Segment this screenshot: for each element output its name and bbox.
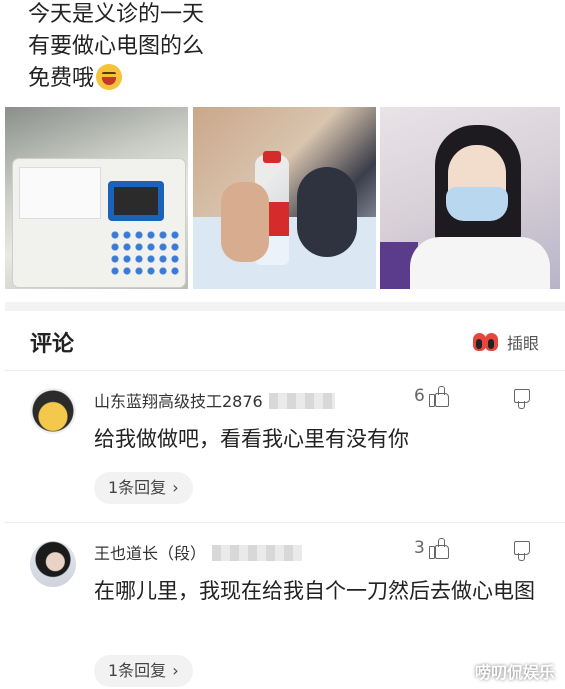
avatar[interactable] — [30, 388, 76, 434]
chevron-right-icon: › — [172, 478, 179, 497]
comment-text: 给我做做吧，看看我心里有没有你 — [94, 427, 409, 451]
peek-label: 插眼 — [506, 334, 539, 353]
comments-title: 评论 — [30, 332, 75, 357]
watermark: 唠叨侃娱乐 — [474, 663, 555, 682]
knee — [297, 167, 357, 257]
thumbs-down-icon[interactable] — [512, 540, 534, 562]
face-mask — [446, 187, 508, 221]
post-line: 免费哦 — [28, 64, 204, 96]
peek-eyes-icon — [472, 333, 499, 351]
water-bottle-photo[interactable] — [193, 107, 376, 289]
redacted-username-suffix — [212, 545, 303, 561]
reply-count: 1条回复 — [108, 478, 167, 497]
ecg-machine — [13, 159, 185, 287]
white-coat — [410, 237, 550, 289]
redacted-username-suffix — [268, 393, 335, 409]
username-text: 山东蓝翔高级技工2876 — [94, 392, 263, 411]
post-line: 今天是义诊的一天 — [28, 2, 205, 27]
photo-grid — [5, 107, 560, 289]
avatar[interactable] — [30, 541, 76, 587]
peek-button[interactable]: 插眼 — [472, 330, 539, 354]
ecg-keypad — [109, 229, 181, 279]
bottle-cap — [263, 151, 281, 163]
section-divider — [5, 302, 565, 311]
ecg-machine-photo[interactable] — [5, 107, 188, 289]
chevron-right-icon: › — [172, 661, 179, 680]
comment-username[interactable]: 王也道长（段） — [94, 540, 303, 564]
hand — [221, 182, 269, 262]
ecg-screen — [108, 181, 164, 221]
reply-count: 1条回复 — [108, 661, 167, 680]
divider — [5, 522, 565, 523]
comments-header: 评论 插眼 — [30, 322, 539, 362]
view-replies-button[interactable]: 1条回复 › — [94, 655, 193, 687]
masked-woman-selfie[interactable] — [380, 107, 560, 289]
view-replies-button[interactable]: 1条回复 › — [94, 472, 193, 504]
thumbs-up-icon — [428, 538, 449, 559]
post-line: 有要做心电图的么 — [28, 34, 205, 59]
like-button[interactable]: 6 — [414, 386, 449, 407]
like-count: 6 — [414, 386, 425, 406]
like-button[interactable]: 3 — [414, 538, 449, 559]
comment-username[interactable]: 山东蓝翔高级技工2876 — [94, 388, 335, 412]
post-body: 今天是义诊的一天 有要做心电图的么 免费哦 — [28, 0, 204, 96]
username-text: 王也道长（段） — [94, 544, 207, 563]
thumbs-up-icon — [428, 386, 449, 407]
thumbs-down-icon[interactable] — [512, 388, 534, 410]
comment-text: 在哪儿里，我现在给我自个一刀然后去做心电图 — [94, 579, 535, 603]
divider — [5, 370, 565, 371]
ecg-paper-tray — [19, 167, 101, 219]
like-count: 3 — [414, 538, 425, 558]
laughing-face-emoji-icon — [96, 64, 123, 90]
post-line-text: 免费哦 — [28, 66, 95, 91]
